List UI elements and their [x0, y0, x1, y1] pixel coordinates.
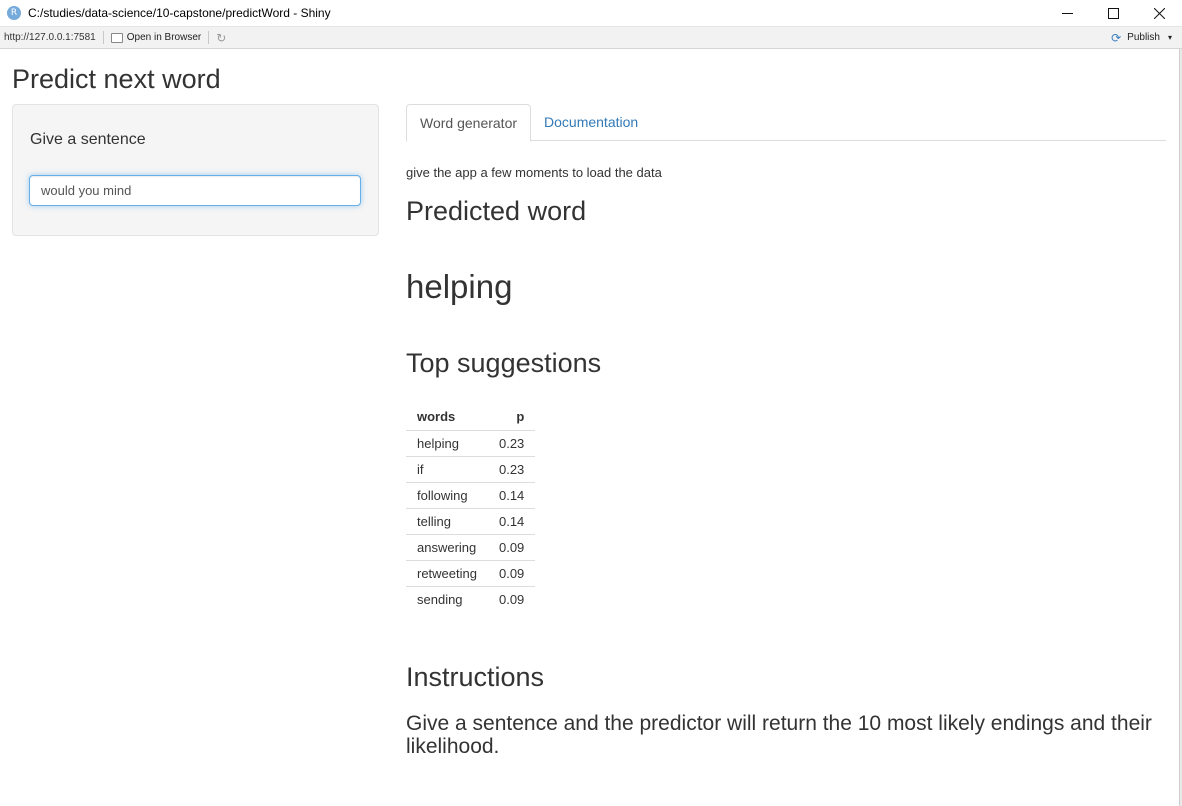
- table-header-row: words p: [406, 403, 536, 431]
- suggestions-table: words p helping 0.23 if 0.23 following 0.14…: [406, 403, 536, 612]
- table-row: if 0.23: [406, 456, 536, 483]
- table-row: answering 0.09: [406, 534, 536, 561]
- word-cell: sending: [417, 591, 463, 607]
- table-row: following 0.14: [406, 482, 536, 509]
- window-titlebar: R C:/studies/data-science/10-capstone/pr…: [0, 0, 1182, 27]
- tab-bar: Word generator Documentation: [406, 104, 1166, 142]
- url-label: http://127.0.0.1:7581: [4, 32, 96, 43]
- toolbar-separator: [102, 31, 104, 44]
- maximize-button[interactable]: [1090, 0, 1136, 27]
- word-cell: helping: [406, 430, 488, 457]
- word-cell: answering: [406, 534, 488, 561]
- probability-cell: 0.23: [487, 456, 536, 483]
- sentence-input[interactable]: [29, 175, 361, 206]
- refresh-icon[interactable]: ↻: [216, 32, 228, 44]
- predicted-word: helping: [406, 268, 513, 305]
- toolbar-separator: [208, 31, 210, 44]
- probability-cell: 0.09: [487, 560, 536, 587]
- chevron-down-icon: ▾: [1167, 33, 1172, 42]
- publish-button[interactable]: ⟳ Publish ▾: [1111, 32, 1172, 44]
- probability-cell: 0.14: [487, 482, 536, 509]
- close-button[interactable]: [1136, 0, 1182, 27]
- rstudio-app-icon: R: [7, 6, 21, 20]
- sidebar-panel: Give a sentence: [12, 104, 379, 236]
- instructions-heading: Instructions: [406, 662, 545, 692]
- column-header-p: p: [487, 403, 536, 431]
- publish-label: Publish: [1127, 32, 1160, 43]
- sentence-input-label: Give a sentence: [30, 131, 146, 148]
- table-row: telling 0.14: [406, 508, 536, 535]
- tab-documentation[interactable]: Documentation: [531, 104, 651, 141]
- word-cell: following: [406, 482, 488, 509]
- publish-icon: ⟳: [1111, 30, 1122, 45]
- viewer-toolbar: http://127.0.0.1:7581 Open in Browser ↻ …: [0, 27, 1182, 49]
- close-icon: [1153, 7, 1165, 19]
- probability-cell: 0.09: [487, 534, 536, 561]
- probability-cell: 0.23: [487, 430, 536, 457]
- word-cell: telling: [406, 508, 488, 535]
- word-cell: retweeting: [406, 560, 488, 587]
- maximize-icon: [1107, 7, 1119, 19]
- table-row: helping 0.23: [406, 430, 536, 457]
- minimize-icon: [1061, 12, 1073, 14]
- window-title: C:/studies/data-science/10-capstone/pred…: [28, 6, 331, 20]
- open-in-browser-button[interactable]: Open in Browser: [110, 32, 202, 43]
- predicted-word-heading: Predicted word: [406, 196, 587, 226]
- loading-note: give the app a few moments to load the d…: [406, 165, 662, 180]
- browser-window-icon: [110, 32, 123, 43]
- word-cell: if: [406, 456, 488, 483]
- minimize-button[interactable]: [1044, 0, 1090, 27]
- table-row: sending 0.09: [406, 586, 535, 612]
- page-title: Predict next word: [12, 64, 221, 94]
- probability-cell: 0.09: [498, 591, 525, 607]
- column-header-words: words: [406, 403, 488, 431]
- table-row: retweeting 0.09: [406, 560, 536, 587]
- open-in-browser-label: Open in Browser: [126, 32, 202, 43]
- window-controls: [1044, 0, 1182, 27]
- probability-cell: 0.14: [487, 508, 536, 535]
- tab-word-generator[interactable]: Word generator: [406, 104, 532, 142]
- instructions-text: Give a sentence and the predictor will r…: [406, 712, 1152, 758]
- top-suggestions-heading: Top suggestions: [406, 348, 602, 378]
